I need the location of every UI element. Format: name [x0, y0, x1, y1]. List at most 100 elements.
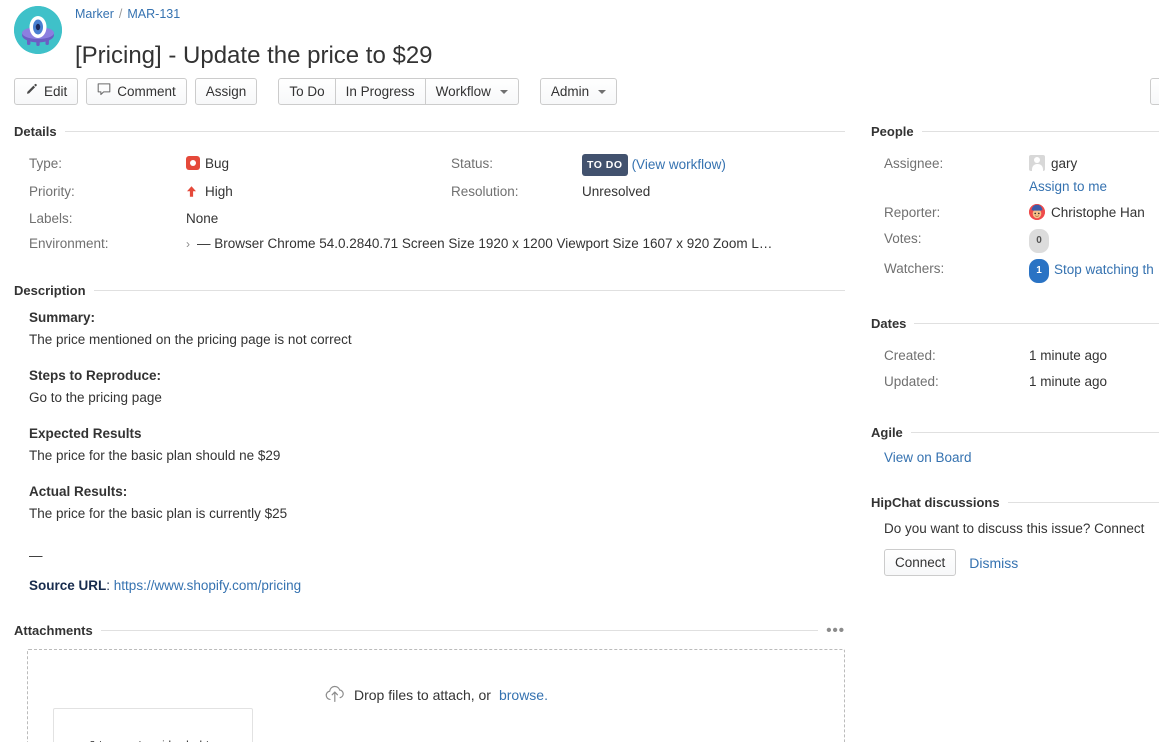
reporter-label: Reporter: — [871, 200, 1029, 226]
type-label: Type: — [14, 151, 186, 179]
description-text: Go to the pricing page — [29, 388, 845, 408]
in-progress-button[interactable]: In Progress — [335, 78, 426, 105]
project-avatar-icon[interactable] — [14, 6, 62, 54]
breadcrumb-separator: / — [119, 7, 122, 21]
updated-value: 1 minute ago — [1029, 369, 1159, 395]
resolution-value: Unresolved — [582, 179, 845, 206]
workflow-button-label: Workflow — [436, 79, 491, 104]
dates-grid: Created: 1 minute ago Updated: 1 minute … — [871, 343, 1159, 395]
issue-main-column: Details Type: Bug Status: TO DO(View wor… — [14, 124, 845, 742]
hipchat-section: HipChat discussions Do you want to discu… — [871, 495, 1159, 576]
dates-section: Dates Created: 1 minute ago Updated: 1 m… — [871, 316, 1159, 395]
dismiss-link[interactable]: Dismiss — [969, 555, 1018, 571]
source-url-row: Source URL: https://www.shopify.com/pric… — [29, 576, 845, 596]
section-divider — [65, 131, 845, 132]
watchers-value: 1 Stop watching th — [1029, 256, 1159, 286]
reporter-value: Christophe Han — [1029, 200, 1159, 226]
page-title: [Pricing] - Update the price to $29 — [75, 40, 433, 72]
votes-label: Votes: — [871, 226, 1029, 256]
bug-icon — [186, 156, 200, 170]
edit-button-label: Edit — [44, 79, 67, 104]
votes-badge: 0 — [1029, 229, 1049, 253]
section-divider — [914, 323, 1159, 324]
to-do-button[interactable]: To Do — [278, 78, 335, 105]
source-url-link[interactable]: https://www.shopify.com/pricing — [114, 578, 301, 593]
assignee-name: gary — [1051, 156, 1077, 171]
assign-button[interactable]: Assign — [195, 78, 258, 105]
type-value-text: Bug — [205, 156, 229, 171]
priority-value-text: High — [205, 184, 233, 199]
issue-toolbar: Edit Comment Assign To Do In Progress Wo… — [14, 78, 617, 105]
assignee-label: Assignee: — [871, 151, 1029, 177]
comment-button-label: Comment — [117, 79, 176, 104]
connect-button[interactable]: Connect — [884, 549, 956, 576]
resolution-label: Resolution: — [436, 179, 582, 206]
section-divider — [94, 290, 845, 291]
breadcrumb-project-link[interactable]: Marker — [75, 7, 114, 21]
description-heading: Summary: — [29, 308, 845, 328]
description-section-title: Description — [14, 283, 86, 298]
attachment-dropzone[interactable]: Drop files to attach, or browse. Set up … — [27, 649, 845, 742]
reporter-name: Christophe Han — [1051, 205, 1145, 220]
in-progress-button-label: In Progress — [346, 79, 415, 104]
admin-dropdown-button[interactable]: Admin — [540, 78, 617, 105]
hipchat-actions: Connect Dismiss — [871, 549, 1159, 576]
section-divider — [922, 131, 1159, 132]
description-text: The price mentioned on the pricing page … — [29, 330, 845, 350]
description-heading: Expected Results — [29, 424, 845, 444]
created-label: Created: — [871, 343, 1029, 369]
pencil-icon — [25, 79, 38, 104]
stop-watching-link[interactable]: Stop watching th — [1054, 262, 1154, 277]
details-grid: Type: Bug Status: TO DO(View workflow) P… — [14, 151, 845, 257]
view-on-board-link[interactable]: View on Board — [884, 450, 972, 465]
status-label: Status: — [436, 151, 582, 179]
description-section-header: Description — [14, 283, 845, 298]
votes-value: 0 — [1029, 226, 1159, 256]
to-do-button-label: To Do — [289, 79, 324, 104]
issue-header: Marker / MAR-131 [Pricing] - Update the pr… — [0, 0, 1159, 72]
watchers-badge: 1 — [1029, 259, 1049, 283]
section-divider — [911, 432, 1159, 433]
dropzone-message: Drop files to attach, or browse. — [28, 684, 844, 706]
chevron-right-icon[interactable]: › — [186, 237, 190, 251]
agile-section: Agile View on Board — [871, 425, 1159, 465]
description-heading: Actual Results: — [29, 482, 845, 502]
labels-label: Labels: — [14, 206, 186, 231]
browse-link[interactable]: browse. — [499, 687, 548, 703]
jira-issue-page: Marker / MAR-131 [Pricing] - Update the pr… — [0, 0, 1159, 742]
view-workflow-link[interactable]: (View workflow) — [632, 157, 726, 172]
description-divider: — — [29, 546, 845, 566]
labels-value: None — [186, 206, 845, 231]
attachments-section-header: Attachments ••• — [14, 623, 845, 638]
details-section-title: Details — [14, 124, 57, 139]
assign-to-me-row: Assign to me — [1029, 177, 1159, 200]
details-section-header: Details — [14, 124, 845, 139]
chevron-down-icon — [598, 90, 606, 94]
more-options-icon[interactable]: ••• — [826, 627, 845, 635]
watchers-label: Watchers: — [871, 256, 1029, 286]
breadcrumb-issue-link[interactable]: MAR-131 — [127, 7, 180, 21]
dates-section-header: Dates — [871, 316, 1159, 331]
type-value: Bug — [186, 151, 436, 179]
attachment-thumbnail[interactable]: Set up your store, pick a plan later Try… — [53, 708, 253, 742]
workflow-dropdown-button[interactable]: Workflow — [425, 78, 519, 105]
environment-value-text: — Browser Chrome 54.0.2840.71 Screen Siz… — [197, 236, 772, 251]
description-body: Summary: The price mentioned on the pric… — [14, 308, 845, 596]
comment-bubble-icon — [97, 79, 111, 104]
toolbar-overflow-button[interactable] — [1150, 78, 1159, 105]
assign-to-me-link[interactable]: Assign to me — [1029, 179, 1107, 194]
avatar — [1029, 155, 1045, 171]
description-text: The price for the basic plan should ne $… — [29, 446, 845, 466]
assignee-value: gary — [1029, 151, 1159, 177]
priority-value: High — [186, 179, 436, 206]
dates-section-title: Dates — [871, 316, 906, 331]
admin-button-label: Admin — [551, 79, 589, 104]
edit-button[interactable]: Edit — [14, 78, 78, 105]
hipchat-prompt: Do you want to discuss this issue? Conne… — [871, 521, 1159, 536]
comment-button[interactable]: Comment — [86, 78, 187, 105]
issue-sidebar: People Assignee: gary Assign to me Repor… — [871, 124, 1159, 576]
dropzone-text: Drop files to attach, or — [354, 687, 491, 703]
attachments-section: Attachments ••• Drop files to attach, or… — [14, 623, 845, 742]
description-heading: Steps to Reproduce: — [29, 366, 845, 386]
hipchat-section-title: HipChat discussions — [871, 495, 1000, 510]
